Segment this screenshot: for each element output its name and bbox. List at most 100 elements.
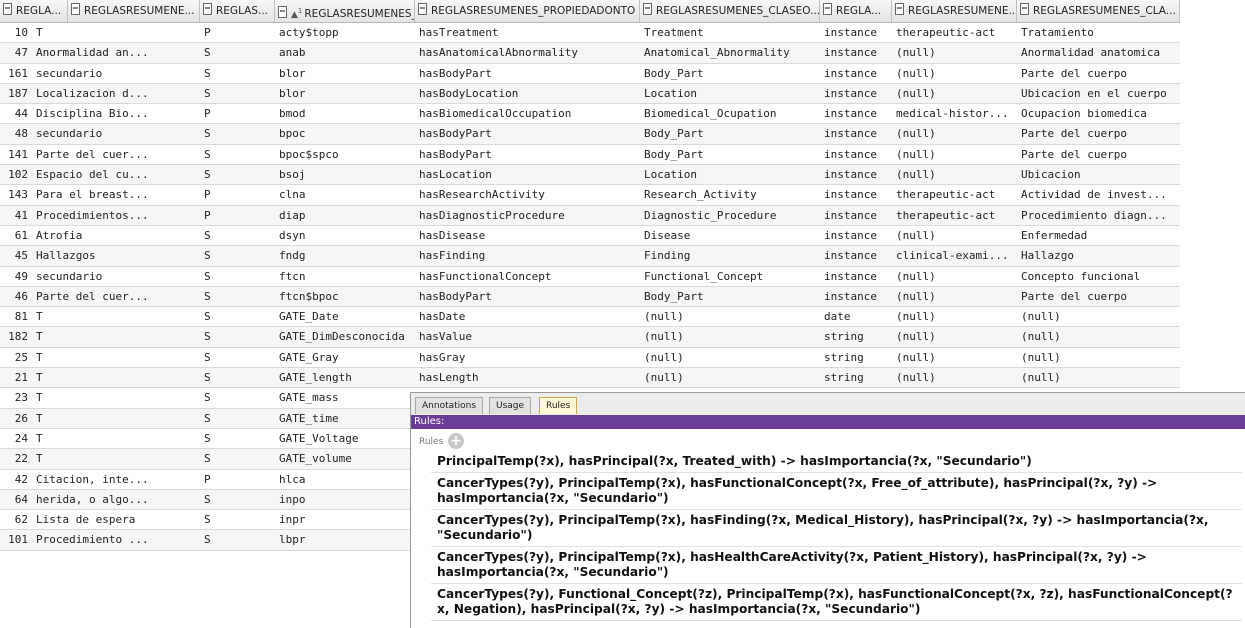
table-cell-description[interactable]: T (32, 23, 200, 42)
table-cell-description[interactable]: secundario (32, 124, 200, 143)
column-header-type[interactable]: REGLAS... (200, 0, 275, 22)
table-cell-semantic[interactable]: diap (275, 206, 415, 225)
table-cell-semantic[interactable]: GATE_Gray (275, 348, 415, 367)
table-cell-semantic[interactable]: GATE_Date (275, 307, 415, 326)
table-cell-description[interactable]: T (32, 409, 200, 428)
table-cell-context[interactable]: (null) (892, 165, 1017, 184)
table-cell-description[interactable]: T (32, 429, 200, 448)
column-header-property[interactable]: REGLASRESUMENES_PROPIEDADONTO (415, 0, 640, 22)
table-cell-semantic[interactable]: bsoj (275, 165, 415, 184)
table-row[interactable]: 141 Parte del cuer... Sbpoc$spco hasBodyPar… (0, 145, 1180, 166)
table-cell-id[interactable]: 25 (0, 348, 30, 367)
table-row[interactable]: 21 T S GATE_length hasLength (null) string (nul… (0, 368, 1180, 389)
table-cell-context[interactable]: (null) (892, 287, 1017, 306)
column-header-kind[interactable]: REGLA... (820, 0, 892, 22)
tab-usage[interactable]: Usage (489, 397, 532, 414)
table-cell-semantic[interactable]: blor (275, 84, 415, 103)
table-cell-property[interactable]: hasAnatomicalAbnormality (415, 43, 640, 62)
table-cell-type[interactable]: P (200, 104, 275, 123)
table-cell-id[interactable]: 61 (0, 226, 30, 245)
table-cell-kind[interactable]: instance (820, 145, 892, 164)
table-cell-id[interactable]: 62 (0, 510, 30, 529)
table-cell-id[interactable]: 10 (0, 23, 30, 42)
table-cell-semantic[interactable]: bpoc (275, 124, 415, 143)
table-cell-description[interactable]: Parte del cuer... (32, 287, 200, 306)
table-row[interactable]: 102 Espacio del cu... Sbsoj hasLocation Loca… (0, 165, 1180, 186)
column-header-class[interactable]: REGLASRESUMENES_CLASEO... (640, 0, 820, 22)
table-cell-description[interactable]: Hallazgos (32, 246, 200, 265)
table-cell-label[interactable]: (null) (1017, 368, 1180, 387)
table-cell-property[interactable]: hasDiagnosticProcedure (415, 206, 640, 225)
table-cell-id[interactable]: 23 (0, 388, 30, 407)
table-cell-property[interactable]: hasLength (415, 368, 640, 387)
table-cell-context[interactable]: therapeutic-act (892, 206, 1017, 225)
table-cell-description[interactable]: T (32, 307, 200, 326)
table-cell-semantic[interactable]: blor (275, 64, 415, 83)
table-cell-semantic[interactable]: GATE_time (275, 409, 415, 428)
table-cell-id[interactable]: 47 (0, 43, 30, 62)
table-cell-context[interactable]: (null) (892, 84, 1017, 103)
table-row[interactable]: 81 T S GATE_Date hasDate (null) date (null) (nul… (0, 307, 1180, 328)
table-cell-semantic[interactable]: acty$topp (275, 23, 415, 42)
table-cell-label[interactable]: Parte del cuerpo (1017, 145, 1180, 164)
column-header-context[interactable]: REGLASRESUMENE... (892, 0, 1017, 22)
table-cell-type[interactable]: S (200, 43, 275, 62)
table-cell-class[interactable]: Anatomical_Abnormality (640, 43, 820, 62)
table-cell-description[interactable]: T (32, 327, 200, 346)
table-cell-id[interactable]: 143 (0, 185, 30, 204)
table-cell-type[interactable]: S (200, 84, 275, 103)
column-header-label[interactable]: REGLASRESUMENES_CLA... (1017, 0, 1180, 22)
table-cell-type[interactable]: S (200, 267, 275, 286)
table-cell-semantic[interactable]: GATE_mass (275, 388, 415, 407)
table-row[interactable]: 49 secundario Sftcn hasFunctionalConcept Fun… (0, 267, 1180, 287)
table-cell-context[interactable]: (null) (892, 124, 1017, 143)
table-cell-kind[interactable]: string (820, 327, 892, 346)
table-cell-id[interactable]: 101 (0, 530, 30, 549)
table-cell-class[interactable]: Location (640, 165, 820, 184)
table-cell-type[interactable]: S (200, 510, 275, 529)
table-cell-type[interactable]: S (200, 327, 275, 346)
table-cell-type[interactable]: S (200, 124, 275, 143)
table-cell-label[interactable]: (null) (1017, 307, 1180, 326)
table-cell-property[interactable]: hasBodyPart (415, 145, 640, 164)
table-cell-label[interactable]: Parte del cuerpo (1017, 124, 1180, 143)
table-cell-type[interactable]: P (200, 185, 275, 204)
table-cell-label[interactable]: Ubicacion en el cuerpo (1017, 84, 1180, 103)
table-cell-description[interactable]: Citacion, inte... (32, 470, 200, 489)
sort-ascending-icon[interactable]: ▲1 (291, 7, 302, 20)
table-cell-label[interactable]: Enfermedad (1017, 226, 1180, 245)
table-cell-class[interactable]: Biomedical_Ocupation (640, 104, 820, 123)
table-row[interactable]: 41 Procedimientos... Pdiap hasDiagnosticPro… (0, 205, 1180, 226)
table-cell-property[interactable]: hasBodyPart (415, 287, 640, 306)
table-row[interactable]: 25 T S GATE_Gray hasGray (null) string (null) (n… (0, 348, 1180, 369)
table-cell-kind[interactable]: instance (820, 185, 892, 204)
table-row[interactable]: 161 secundario Sblor hasBodyPart Body_Part in… (0, 64, 1180, 84)
table-cell-type[interactable]: S (200, 64, 275, 83)
table-cell-description[interactable]: Disciplina Bio... (32, 104, 200, 123)
table-cell-semantic[interactable]: anab (275, 43, 415, 62)
table-cell-class[interactable]: Finding (640, 246, 820, 265)
table-cell-label[interactable]: Procedimiento diagn... (1017, 206, 1180, 225)
table-cell-kind[interactable]: instance (820, 64, 892, 83)
table-row[interactable]: 48 secundario Sbpoc hasBodyPart Body_Part ins… (0, 124, 1180, 145)
table-cell-label[interactable]: Tratamiento (1017, 23, 1180, 42)
table-cell-id[interactable]: 26 (0, 409, 30, 428)
table-cell-id[interactable]: 102 (0, 165, 30, 184)
table-cell-class[interactable]: Body_Part (640, 287, 820, 306)
table-cell-class[interactable]: (null) (640, 307, 820, 326)
table-cell-property[interactable]: hasValue (415, 327, 640, 346)
table-cell-context[interactable]: (null) (892, 368, 1017, 387)
table-cell-label[interactable]: Ocupacion biomedica (1017, 104, 1180, 123)
table-cell-label[interactable]: (null) (1017, 327, 1180, 346)
table-cell-type[interactable]: S (200, 145, 275, 164)
table-cell-description[interactable]: Espacio del cu... (32, 165, 200, 184)
table-cell-class[interactable]: Body_Part (640, 145, 820, 164)
table-cell-description[interactable]: herida, o algo... (32, 490, 200, 509)
table-cell-type[interactable]: S (200, 490, 275, 509)
table-cell-property[interactable]: hasFinding (415, 246, 640, 265)
tab-rules[interactable]: Rules (539, 397, 578, 414)
table-row[interactable]: 47 Anormalidad an... Sanab hasAnatomicalAbn… (0, 43, 1180, 64)
table-cell-description[interactable]: T (32, 388, 200, 407)
table-cell-semantic[interactable]: clna (275, 185, 415, 204)
table-cell-property[interactable]: hasTreatment (415, 23, 640, 42)
